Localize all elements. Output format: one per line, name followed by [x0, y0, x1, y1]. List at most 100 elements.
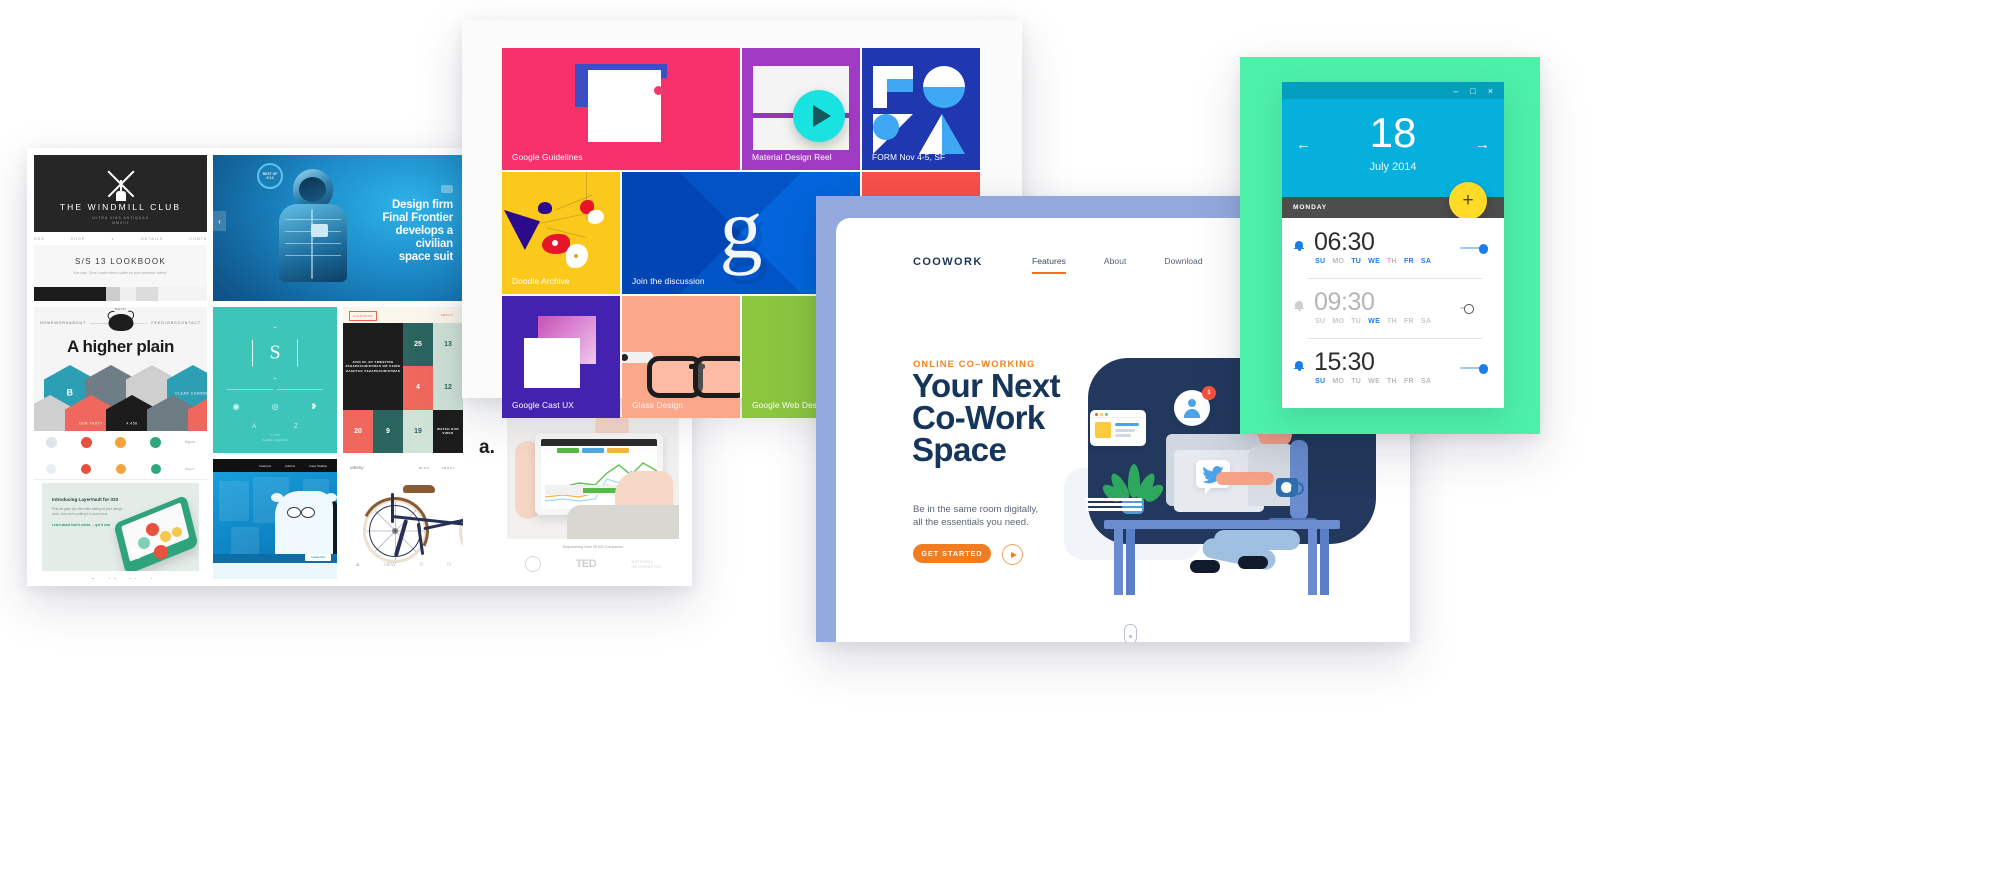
nav-item[interactable]: JOBS [165, 321, 178, 325]
day-number: 18 [1369, 109, 1417, 156]
alarm-toggle[interactable] [1460, 304, 1488, 314]
nav-item[interactable]: CONTACT [189, 237, 207, 241]
maximize-icon[interactable]: □ [1470, 86, 1475, 96]
nav-item[interactable]: Features [259, 464, 271, 468]
nav-item[interactable]: Case Studies [309, 464, 327, 468]
minimize-icon[interactable]: – [1453, 86, 1458, 96]
s-monogram-icon: S [252, 327, 298, 379]
sx-cell[interactable]: 9 [373, 409, 403, 453]
nav-item[interactable]: BLOG [419, 466, 430, 470]
lede-line-2: all the essentials you need. [913, 516, 1029, 528]
tablet-photo [507, 417, 679, 539]
create-now-button[interactable]: Create Now [305, 554, 331, 561]
about-button[interactable]: ABOUT [437, 311, 457, 319]
behance-icon: ◎ [271, 402, 279, 411]
signin-link[interactable]: Sign in [185, 467, 194, 471]
portfolio-thumb-layervault[interactable]: Sign in Introducing LayerVault for iOS F… [34, 459, 207, 579]
nav-item[interactable]: ∨ [111, 237, 115, 241]
nav-item[interactable]: WORK [54, 321, 69, 325]
sx-cell[interactable]: 13 [433, 323, 463, 367]
alarm-row[interactable]: 06:30 SU MO TU WE TH FR SA [1282, 218, 1504, 278]
alarm-days[interactable]: SU MO TU WE TH FR SA [1315, 378, 1431, 385]
signin-link[interactable]: Sign in [185, 440, 195, 444]
windmill-nav[interactable]: LOOKS SHOP ∨ DETAILS CONTACT [34, 232, 207, 246]
nav-item[interactable]: FEED [151, 321, 164, 325]
portfolio-thumb-bike[interactable]: udemy BLOG ABOUT ▲ NEW /\/ /\/ [343, 459, 463, 579]
get-started-button[interactable]: GET STARTED [913, 544, 991, 563]
alarm-row[interactable]: 09:30 SU MO TU WE TH FR SA [1282, 278, 1504, 338]
windmill-photo-strip [34, 287, 207, 301]
nav-item[interactable]: LOOKS [34, 237, 45, 241]
calendar-button[interactable]: CALENDAR [349, 311, 377, 321]
tile-form-conference[interactable]: FORM Nov 4-5, SF [862, 48, 980, 170]
sx-cell[interactable]: 12 [433, 366, 463, 410]
lookbook-sub: She said, “Don't make others suffer for … [72, 271, 169, 275]
portfolio-thumb-yeti[interactable]: Features Admins Case Studies 4 [213, 459, 337, 579]
natgeo-logo: NATIONAL GEOGRAPHIC [631, 559, 662, 569]
cowork-lede: Be in the same room digitally, all the e… [913, 504, 1038, 529]
sx-cell[interactable]: 4 [403, 366, 433, 410]
nav-item[interactable]: CONTACT [178, 321, 201, 325]
alarm-days[interactable]: SU MO TU WE TH FR SA [1315, 258, 1431, 265]
alarm-toggle[interactable] [1460, 364, 1488, 374]
nav-item[interactable]: DETAILS [141, 237, 163, 241]
bike-nav[interactable]: BLOG ABOUT [419, 466, 455, 470]
cowork-brand[interactable]: COOWORK [913, 256, 983, 268]
sx-video-label[interactable]: WATCH OUR VIDEO [433, 427, 463, 436]
teal-card: S ◉ ◎ ❥ A Z © 2014 SHAPE & DESIGN [213, 307, 337, 453]
nav-item-about[interactable]: About [1104, 256, 1126, 266]
tile-label: Material Design Reel [752, 152, 832, 162]
customer-logos: TED NATIONAL GEOGRAPHIC [507, 555, 679, 573]
starbucks-icon [524, 556, 541, 572]
window-titlebar[interactable]: – □ × [1282, 82, 1504, 99]
layervault-nav[interactable]: Sign in [34, 459, 207, 480]
nav-item[interactable]: Admins [285, 464, 295, 468]
bike-page: udemy BLOG ABOUT ▲ NEW /\/ /\/ [343, 459, 463, 579]
astronaut-figure [271, 169, 357, 282]
add-alarm-button[interactable]: + [1449, 182, 1487, 220]
cowork-nav[interactable]: Features About Download Contact [1032, 256, 1270, 274]
tile-material-design-reel[interactable]: Material Design Reel [742, 48, 860, 170]
nav-item[interactable]: SHOP [71, 237, 86, 241]
tile-label: Glass Design [632, 400, 684, 410]
brand-logo: a. [479, 437, 495, 458]
yeti-nav[interactable]: Features Admins Case Studies [213, 459, 337, 472]
sx-cell[interactable]: 25 [403, 323, 433, 367]
tile-label: Doodle Archive [512, 276, 570, 286]
portfolio-thumb-analytics[interactable]: a. Empowering Over 25,000 Companies TED … [469, 409, 685, 579]
portfolio-thumb-shape-christmas[interactable]: CALENDAR ABOUT JOIN IN, BY TWEETING #SHA… [343, 307, 463, 453]
social-icons[interactable]: ◉ ◎ ❥ [213, 402, 337, 411]
layervault-caption: Full control of your design work,every s… [34, 577, 207, 579]
sx-cell[interactable]: 20 [343, 409, 373, 453]
tile-glass-design[interactable]: Glass Design [622, 296, 740, 418]
nav-item[interactable]: ABOUT [69, 321, 86, 325]
higher-plain-page: HOME WORK ABOUT FEED JOBS CONTACT BUILT … [34, 307, 207, 453]
portfolio-thumb-astronaut[interactable]: BEST OF K'13 ‹ Design firm Final Frontie… [213, 155, 463, 301]
alarm-toggle[interactable] [1460, 244, 1488, 254]
nav-item-features[interactable]: Features [1032, 256, 1066, 274]
prev-slide-button[interactable]: ‹ [213, 211, 226, 231]
alarm-clock-window[interactable]: – □ × ← → 18 July 2014 MONDAY + 06:30 SU… [1282, 82, 1504, 408]
cowork-headline: Your Next Co-Work Space [912, 369, 1061, 466]
tile-google-guidelines[interactable]: Google Guidelines [502, 48, 740, 170]
bell-icon [1294, 240, 1304, 252]
nav-item[interactable]: ABOUT [442, 466, 455, 470]
play-circle-icon[interactable] [1002, 544, 1023, 565]
alarm-row[interactable]: 15:30 SU MO TU WE TH FR SA [1282, 338, 1504, 398]
dribbble-icon: ◉ [232, 402, 240, 411]
alarm-days[interactable]: SU MO TU WE TH FR SA [1315, 318, 1431, 325]
portfolio-thumb-higher-plain[interactable]: HOME WORK ABOUT FEED JOBS CONTACT BUILT … [34, 307, 207, 453]
portfolio-thumb-windmill[interactable]: THE WINDMILL CLUB ULTRA VIAS ANTIQUAS MM… [34, 155, 207, 301]
nav-item[interactable]: HOME [40, 321, 54, 325]
nav-item-download[interactable]: Download [1164, 256, 1202, 266]
alarm-list: 06:30 SU MO TU WE TH FR SA 09:30 SU MO T… [1282, 218, 1504, 408]
close-icon[interactable]: × [1488, 86, 1493, 96]
guidelines-page-icon [575, 64, 667, 142]
portfolio-thumb-teal-s[interactable]: S ◉ ◎ ❥ A Z © 2014 SHAPE & DESIGN [213, 307, 337, 453]
tile-google-cast-ux[interactable]: Google Cast UX [502, 296, 620, 418]
tile-doodle-archive[interactable]: Doodle Archive [502, 172, 620, 294]
sx-header: CALENDAR ABOUT [343, 307, 463, 323]
sx-cell[interactable]: 19 [403, 409, 433, 453]
bell-icon [1294, 300, 1304, 312]
windmill-icon [104, 167, 138, 201]
